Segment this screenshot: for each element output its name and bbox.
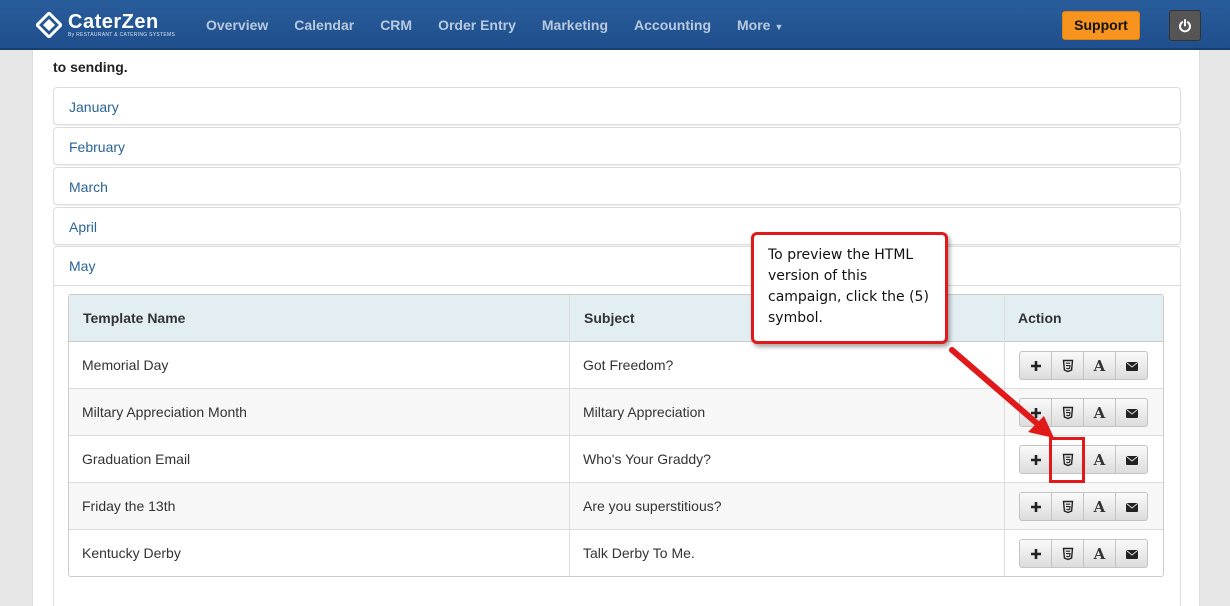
template-subject: Are you superstitious? [583, 498, 722, 514]
logout-button[interactable] [1169, 10, 1201, 41]
nav-order-entry[interactable]: Order Entry [425, 17, 529, 33]
nav-more[interactable]: More ▼ [724, 17, 796, 33]
html5-icon [1062, 547, 1073, 560]
envelope-icon [1125, 361, 1138, 371]
template-subject: Who's Your Graddy? [583, 451, 711, 467]
month-title[interactable]: January [69, 99, 119, 115]
nav-crm[interactable]: CRM [367, 17, 425, 33]
month-title[interactable]: April [69, 219, 97, 235]
table-row: Friday the 13th Are you superstitious? A [69, 483, 1163, 530]
brand-tagline: By RESTAURANT & CATERING SYSTEMS [68, 32, 176, 38]
nav-more-label: More [737, 17, 771, 33]
action-buttons: A [1019, 539, 1148, 568]
text-preview-button[interactable]: A [1083, 539, 1116, 568]
template-name: Friday the 13th [82, 498, 176, 514]
caret-down-icon: ▼ [774, 22, 784, 32]
action-buttons: A [1019, 492, 1148, 521]
font-icon: A [1093, 450, 1106, 469]
template-subject: Talk Derby To Me. [583, 545, 695, 561]
envelope-icon [1125, 549, 1138, 559]
top-navbar: CaterZen By RESTAURANT & CATERING SYSTEM… [0, 0, 1230, 50]
font-icon: A [1093, 356, 1106, 375]
annotation-callout: To preview the HTML version of this camp… [751, 232, 948, 344]
plus-icon [1030, 454, 1041, 465]
envelope-icon [1125, 455, 1138, 465]
month-title[interactable]: May [69, 258, 95, 274]
send-email-button[interactable] [1115, 398, 1148, 427]
font-icon: A [1093, 544, 1106, 563]
nav-marketing[interactable]: Marketing [529, 17, 621, 33]
brand-name: CaterZen [68, 11, 159, 33]
power-icon [1179, 18, 1191, 32]
month-panel-march[interactable]: March [53, 167, 1181, 205]
template-subject: Got Freedom? [583, 357, 674, 373]
html-preview-button[interactable] [1051, 539, 1084, 568]
html-preview-button[interactable] [1051, 492, 1084, 521]
send-email-button[interactable] [1115, 492, 1148, 521]
send-email-button[interactable] [1115, 445, 1148, 474]
plus-icon [1030, 501, 1041, 512]
send-email-button[interactable] [1115, 539, 1148, 568]
support-button[interactable]: Support [1062, 11, 1140, 40]
month-panel-january[interactable]: January [53, 87, 1181, 125]
nav-calendar[interactable]: Calendar [281, 17, 367, 33]
template-name: Graduation Email [82, 451, 191, 467]
header-subject: Subject [584, 310, 635, 326]
envelope-icon [1125, 408, 1138, 418]
text-preview-button[interactable]: A [1083, 492, 1116, 521]
nav-accounting[interactable]: Accounting [621, 17, 724, 33]
month-title[interactable]: March [69, 179, 108, 195]
month-title[interactable]: February [69, 139, 125, 155]
table-header: Template Name Subject Action [69, 295, 1163, 342]
html5-icon [1062, 500, 1073, 513]
text-preview-button[interactable]: A [1083, 445, 1116, 474]
caterzen-logo[interactable]: CaterZen By RESTAURANT & CATERING SYSTEM… [34, 9, 176, 41]
font-icon: A [1093, 497, 1106, 516]
add-button[interactable] [1019, 492, 1052, 521]
annotation-highlight [1049, 437, 1085, 483]
text-preview-button[interactable]: A [1083, 351, 1116, 380]
header-template-name: Template Name [83, 310, 186, 326]
send-email-button[interactable] [1115, 351, 1148, 380]
table-row: Kentucky Derby Talk Derby To Me. A [69, 530, 1163, 576]
template-name: Miltary Appreciation Month [82, 404, 247, 420]
main-nav: Overview Calendar CRM Order Entry Market… [193, 0, 796, 50]
month-panel-april[interactable]: April [53, 207, 1181, 245]
diamond-logo-icon [34, 10, 64, 40]
plus-icon [1030, 548, 1041, 559]
envelope-icon [1125, 502, 1138, 512]
add-button[interactable] [1019, 539, 1052, 568]
header-action: Action [1018, 310, 1062, 326]
annotation-arrow [949, 347, 1054, 438]
template-name: Kentucky Derby [82, 545, 181, 561]
text-preview-button[interactable]: A [1083, 398, 1116, 427]
template-subject: Miltary Appreciation [583, 404, 706, 420]
nav-overview[interactable]: Overview [193, 17, 281, 33]
divider [54, 285, 1180, 286]
intro-text: to sending. [53, 59, 128, 75]
template-name: Memorial Day [82, 357, 169, 373]
month-panel-february[interactable]: February [53, 127, 1181, 165]
font-icon: A [1093, 403, 1106, 422]
column-divider [569, 295, 570, 576]
